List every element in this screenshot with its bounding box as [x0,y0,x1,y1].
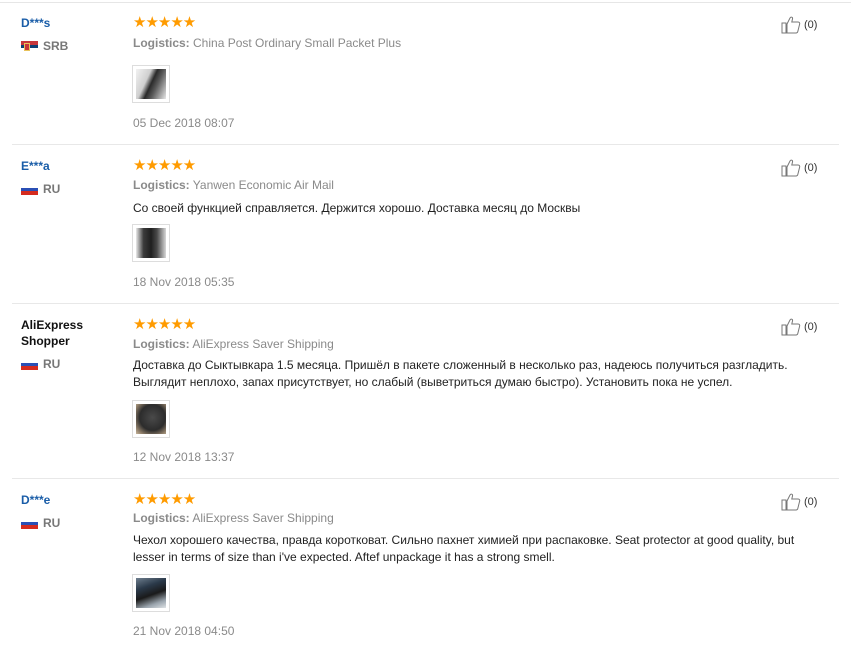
star-rating: ★★★★★ [133,491,196,508]
review-date: 21 Nov 2018 04:50 [133,624,235,638]
reviewer-country: RU [21,516,60,530]
logistics-info: Logistics: China Post Ordinary Small Pac… [133,36,401,51]
helpful-button[interactable]: (0) [781,16,817,34]
logistics-label: Logistics: [133,36,190,50]
review-photo-thumbnail[interactable] [132,400,170,438]
country-code: SRB [43,39,69,53]
review-date: 05 Dec 2018 08:07 [133,116,235,130]
reviewer-name[interactable]: D***s [21,15,121,31]
country-code: RU [43,516,61,530]
russia-flag-icon [21,517,38,529]
photo-thumbnail-icon [136,404,166,434]
thumbs-up-icon [781,159,801,177]
reviewer-name[interactable]: E***a [21,158,121,174]
reviewer-country: SRB [21,39,68,53]
reviewer-country: RU [21,357,60,371]
helpful-count: (0) [804,162,818,174]
logistics-info: Logistics: AliExpress Saver Shipping [133,337,334,352]
reviewer-name[interactable]: D***e [21,492,121,508]
review-text: Доставка до Сыктывкара 1.5 месяца. Пришё… [133,357,833,391]
review-text-line: Доставка до Сыктывкара 1.5 месяца. Пришё… [133,358,788,372]
logistics-label: Logistics: [133,511,190,525]
review-text-line: Выглядит неплохо, запах присутствует, но… [133,375,733,389]
country-code: RU [43,357,61,371]
russia-flag-icon [21,358,38,370]
star-rating: ★★★★★ [133,316,196,333]
thumbs-up-icon [781,16,801,34]
review-divider [12,478,839,479]
review-photo-thumbnail[interactable] [132,224,170,262]
logistics-method: AliExpress Saver Shipping [192,337,334,351]
logistics-method: Yanwen Economic Air Mail [192,178,334,192]
helpful-count: (0) [804,19,818,31]
star-rating: ★★★★★ [133,157,196,174]
star-rating: ★★★★★ [133,14,196,31]
logistics-label: Logistics: [133,178,190,192]
review-text: Со своей функцией справляется. Держится … [133,201,581,215]
thumbs-up-icon [781,493,801,511]
review-photo-thumbnail[interactable] [132,574,170,612]
country-code: RU [43,182,61,196]
review-text: Чехол хорошего качества, правда коротков… [133,532,833,566]
review-text-line: Чехол хорошего качества, правда коротков… [133,533,795,547]
review-date: 12 Nov 2018 13:37 [133,450,235,464]
review-text-line: lesser in terms of size than i've expect… [133,550,555,564]
russia-flag-icon [21,183,38,195]
review-divider [12,303,839,304]
helpful-button[interactable]: (0) [781,159,817,177]
helpful-button[interactable]: (0) [781,493,817,511]
photo-thumbnail-icon [136,578,166,608]
logistics-method: AliExpress Saver Shipping [192,511,334,525]
reviewer-country: RU [21,182,60,196]
reviewer-name: AliExpress Shopper [21,318,84,348]
photo-thumbnail-icon [136,228,166,258]
review-date: 18 Nov 2018 05:35 [133,275,235,289]
helpful-count: (0) [804,321,818,333]
helpful-button[interactable]: (0) [781,318,817,336]
logistics-info: Logistics: AliExpress Saver Shipping [133,511,334,526]
helpful-count: (0) [804,496,818,508]
review-divider [12,144,839,145]
top-divider [0,2,851,3]
photo-thumbnail-icon [136,69,166,99]
logistics-method: China Post Ordinary Small Packet Plus [193,36,402,50]
logistics-label: Logistics: [133,337,190,351]
thumbs-up-icon [781,318,801,336]
serbia-flag-icon [21,40,38,52]
logistics-info: Logistics: Yanwen Economic Air Mail [133,178,334,193]
review-photo-thumbnail[interactable] [132,65,170,103]
